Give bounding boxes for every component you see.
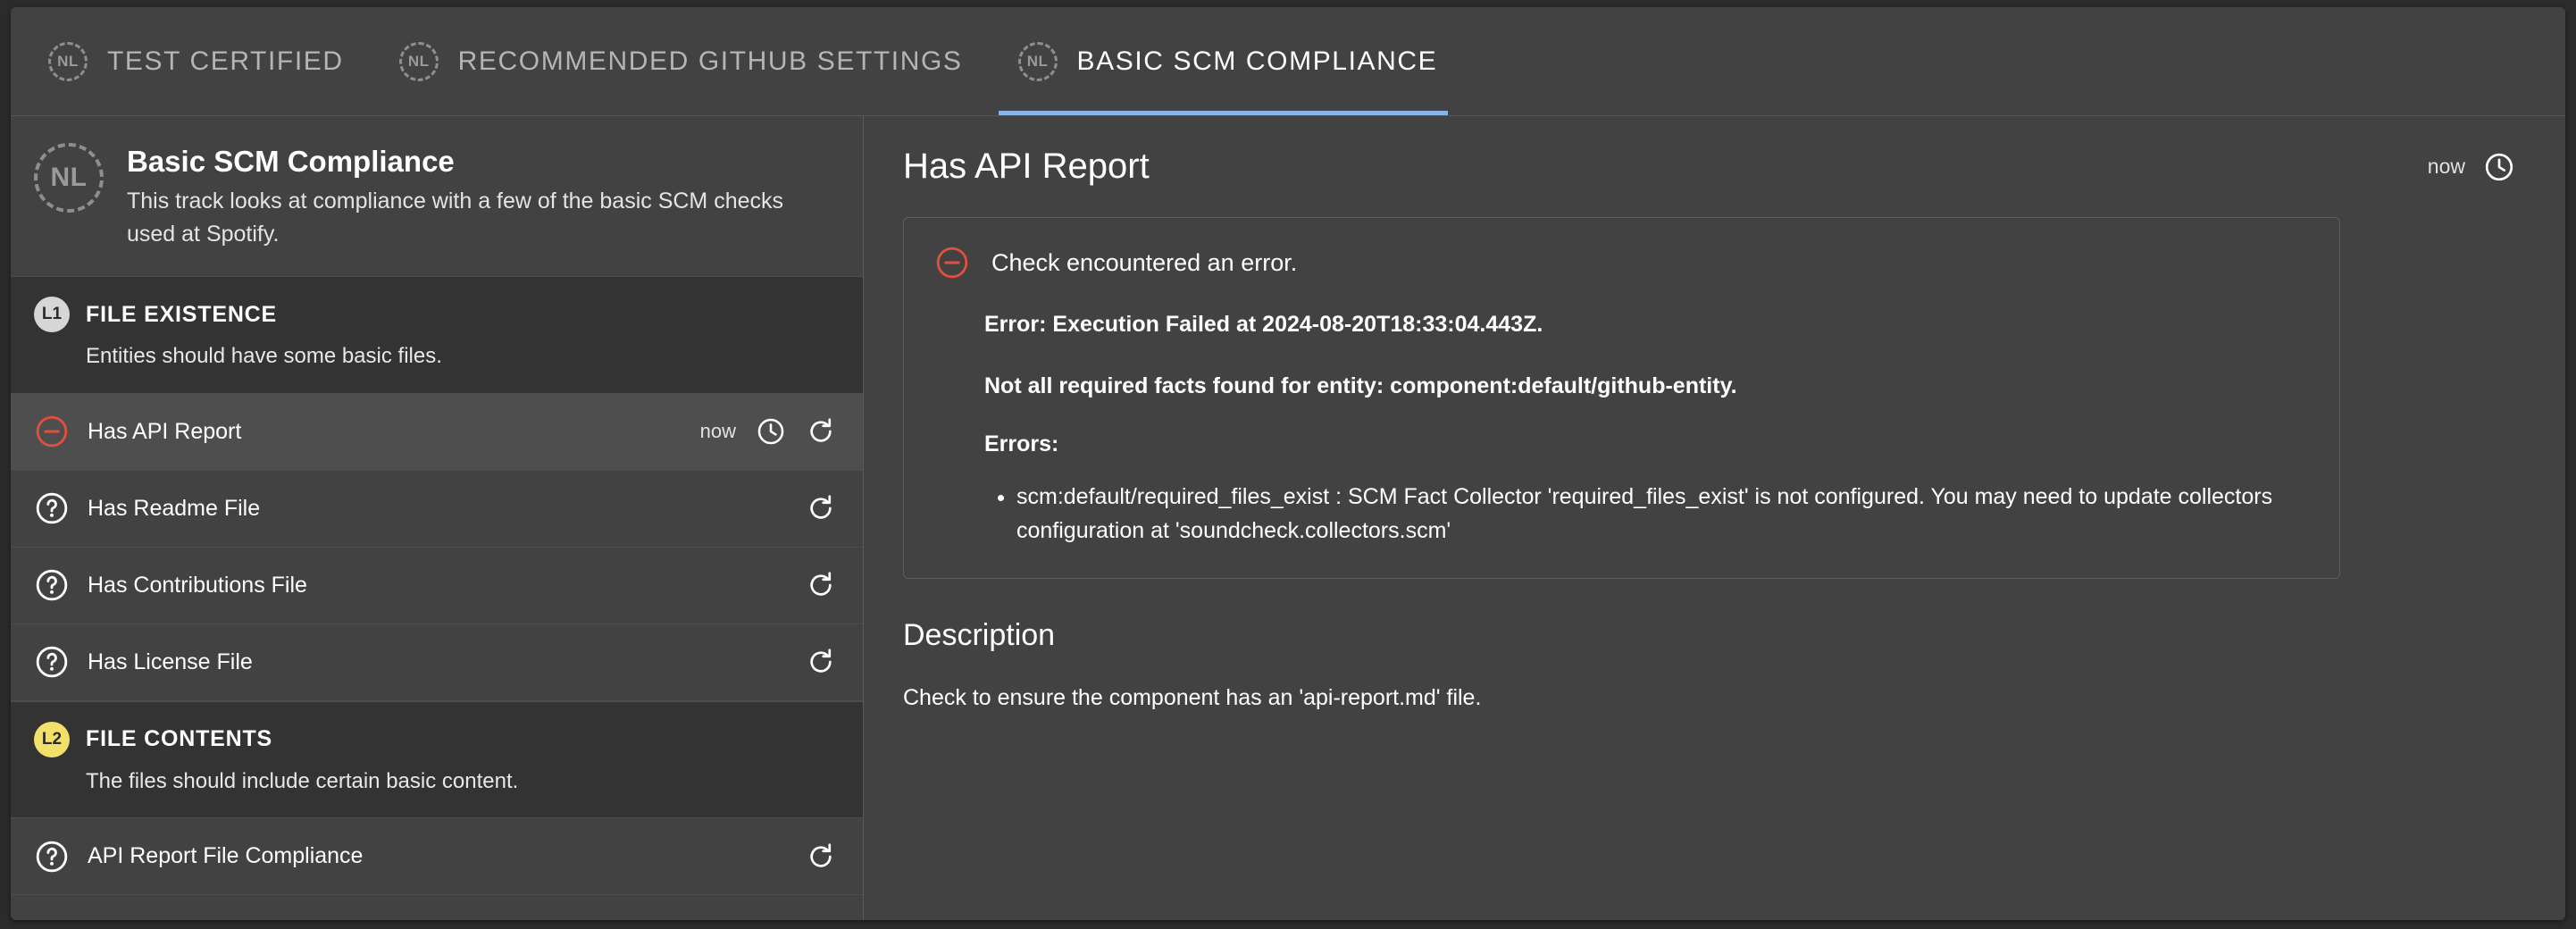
check-meta [806,647,836,677]
nl-dashed-avatar-icon: NL [48,41,88,81]
error-detail-line: Not all required facts found for entity:… [984,373,1737,398]
check-label: Has License File [88,649,253,674]
nl-dashed-avatar-icon: NL [398,41,439,81]
check-detail-meta: now [2428,151,2515,183]
checks-sidebar: NL Basic SCM Compliance This track looks… [11,116,864,920]
clock-icon[interactable] [756,416,786,447]
check-row-has-api-report[interactable]: Has API Report now [11,393,863,471]
error-execution-line: Error: Execution Failed at 2024-08-20T18… [984,312,1543,337]
error-body: Error: Execution Failed at 2024-08-20T18… [934,309,2309,548]
check-detail-pane: Has API Report now Check encountered an … [864,116,2565,920]
tab-basic-scm-compliance[interactable]: NL BASIC SCM COMPLIANCE [998,7,1474,115]
tab-test-certified[interactable]: NL TEST CERTIFIED [29,7,380,115]
check-timestamp: now [2427,155,2465,178]
question-circle-icon [36,647,68,678]
errors-label: Errors: [984,431,1059,456]
track-header: NL Basic SCM Compliance This track looks… [11,116,863,276]
nl-dashed-avatar-icon: NL [1017,41,1058,81]
level-header: L2 FILE CONTENTS [34,721,840,757]
refresh-icon[interactable] [806,841,836,872]
level-section-file-existence: L1 FILE EXISTENCE Entities should have s… [11,276,863,394]
track-description: This track looks at compliance with a fe… [127,188,784,247]
check-meta: now [700,416,836,447]
refresh-icon[interactable] [806,647,836,677]
tab-label: BASIC SCM COMPLIANCE [1076,46,1438,76]
check-row-has-contributions-file[interactable]: Has Contributions File [11,548,863,624]
description-heading: Description [903,618,1056,652]
check-label: Has API Report [88,418,242,444]
error-card: Check encountered an error. Error: Execu… [903,217,2340,579]
check-label: Has Contributions File [88,572,307,598]
tab-label: TEST CERTIFIED [107,46,344,76]
nl-avatar-text: NL [57,52,79,70]
tab-label: RECOMMENDED GITHUB SETTINGS [457,46,963,76]
track-title: Basic SCM Compliance [127,145,455,178]
clock-icon[interactable] [2483,151,2515,183]
description-text: Check to ensure the component has an 'ap… [903,685,1482,710]
check-row-has-license-file[interactable]: Has License File [11,624,863,701]
error-list-item: scm:default/required_files_exist : SCM F… [1016,480,2293,548]
level-header: L1 FILE EXISTENCE [34,297,840,333]
error-headline: Check encountered an error. [991,248,1298,276]
tab-recommended-github-settings[interactable]: NL RECOMMENDED GITHUB SETTINGS [380,7,999,115]
level-description: Entities should have some basic files. [86,344,442,369]
nl-dashed-avatar-icon: NL [34,143,104,213]
track-tab-bar: NL TEST CERTIFIED NL RECOMMENDED GITHUB … [11,7,2565,116]
error-headline-row: Check encountered an error. [934,245,2309,280]
check-meta [806,570,836,600]
panel-body: NL Basic SCM Compliance This track looks… [11,116,2565,920]
circle-minus-icon [936,247,968,279]
question-circle-icon [36,570,68,601]
description-section: Description Check to ensure the componen… [903,618,2530,716]
error-list: scm:default/required_files_exist : SCM F… [984,480,2293,548]
refresh-icon[interactable] [806,570,836,600]
check-label: API Report File Compliance [88,843,364,869]
refresh-icon[interactable] [806,493,836,523]
nl-avatar-text: NL [407,52,430,70]
check-row-api-report-file-compliance[interactable]: API Report File Compliance [11,818,863,896]
soundcheck-panel: NL TEST CERTIFIED NL RECOMMENDED GITHUB … [11,7,2565,920]
question-circle-icon [36,493,68,524]
check-timestamp: now [699,420,736,443]
check-label: Has Readme File [88,495,261,521]
check-meta [806,493,836,523]
level-badge: L1 [34,297,70,333]
sidebar-filler [11,895,863,920]
check-detail-header: Has API Report now [903,146,2530,187]
circle-minus-icon [36,416,68,448]
level-badge: L2 [34,721,70,757]
check-meta [806,841,836,872]
nl-avatar-text: NL [50,163,88,192]
level-title: FILE CONTENTS [86,726,273,752]
check-row-has-readme-file[interactable]: Has Readme File [11,471,863,548]
level-description: The files should include certain basic c… [86,768,519,793]
level-title: FILE EXISTENCE [86,301,278,327]
level-section-file-contents: L2 FILE CONTENTS The files should includ… [11,700,863,819]
page-title: Has API Report [903,146,1150,186]
refresh-icon[interactable] [806,416,836,447]
nl-avatar-text: NL [1026,52,1049,70]
question-circle-icon [36,841,68,873]
